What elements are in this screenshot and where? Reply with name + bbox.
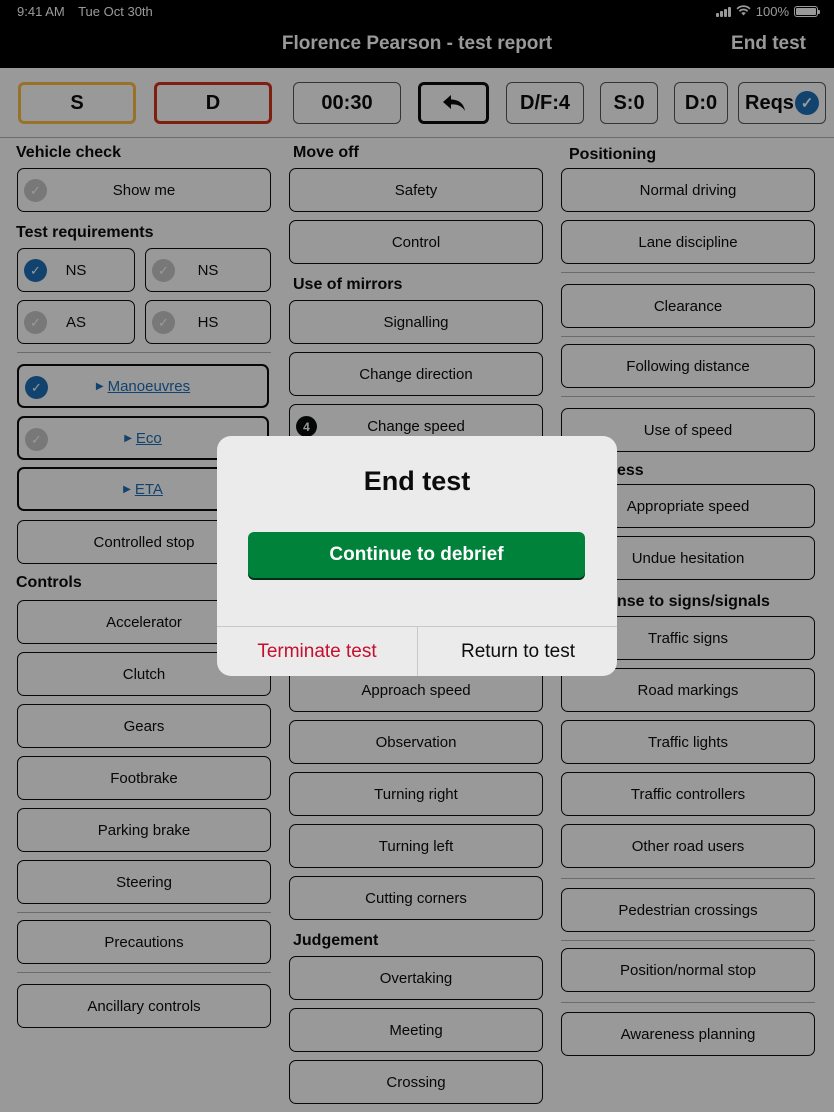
modal-backdrop-top [0, 0, 834, 68]
dialog-title: End test [363, 466, 471, 496]
continue-to-debrief-button[interactable]: Continue to debrief [248, 532, 585, 578]
end-test-dialog: End test Continue to debrief Terminate t… [217, 436, 617, 676]
terminate-test-button[interactable]: Terminate test [217, 627, 417, 676]
return-to-test-button[interactable]: Return to test [418, 627, 617, 676]
